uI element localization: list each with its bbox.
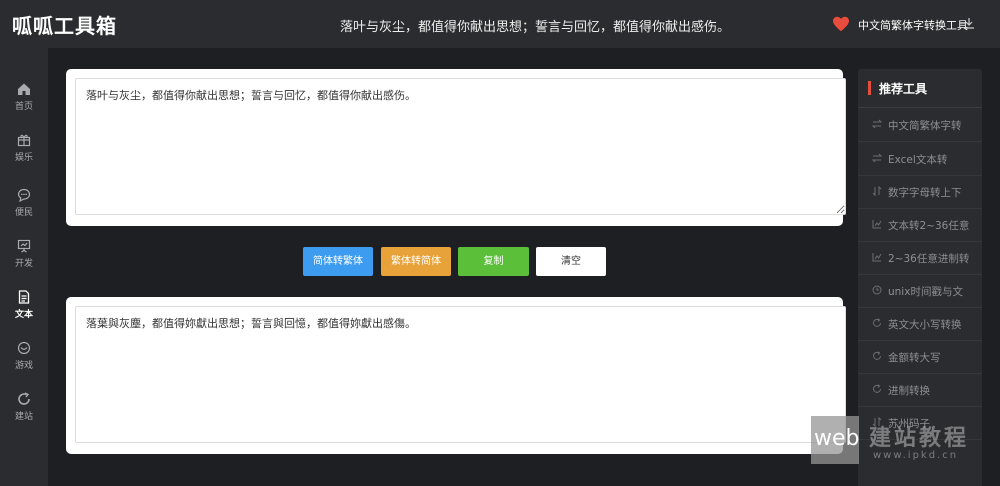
sidebar-item-label: 娱乐 [14,153,33,163]
recommend-item[interactable]: unix时间戳与文 [858,274,982,308]
accent-bar [868,81,871,95]
clear-button[interactable]: 清空 [536,247,606,276]
recommend-title: 推荐工具 [879,82,928,96]
document-icon [18,290,30,304]
recommend-item[interactable]: 数字字母转上下 [858,175,982,209]
app-logo[interactable]: 呱呱工具箱 [12,10,117,39]
refresh-icon [18,392,30,405]
refresh-icon [873,351,881,360]
home-icon [18,83,30,95]
input-textarea[interactable]: 落叶与灰尘，都值得你献出思想；誓言与回忆，都值得你献出感伤。 [75,78,846,215]
simplified-to-traditional-button[interactable]: 简体转繁体 [303,247,373,276]
sidebar-item-convenience[interactable]: 便民 [0,188,48,232]
recommend-item-label: 进制转换 [888,385,930,397]
recommend-item-label: 文本转2~36任意 [888,220,970,232]
copy-button[interactable]: 复制 [458,247,529,276]
sidebar-item-development[interactable]: 开发 [0,239,48,283]
gift-icon [17,134,31,147]
recommend-item[interactable]: 2~36任意进制转 [858,241,982,275]
recommend-item-label: 数字字母转上下 [888,187,962,199]
sidebar-item-label: 文本 [14,310,33,320]
recommend-item-label: 2~36任意进制转 [888,253,970,265]
watermark-badge: web [811,416,860,464]
clock-icon [872,285,882,295]
swap-icon [872,119,882,129]
current-tool-title: 中文简繁体字转换工具 [858,19,968,32]
top-bar: 呱呱工具箱 落叶与灰尘，都值得你献出思想；誓言与回忆，都值得你献出感伤。 中文简… [0,0,1000,48]
output-panel: 落葉與灰塵，都值得妳獻出思想；誓言與回憶，都值得妳獻出感傷。 [66,297,846,454]
recommend-item-label: 金额转大写 [888,352,941,364]
presentation-icon [17,239,31,253]
recommend-item-label: 中文简繁体字转 [888,120,962,132]
sidebar-item-label: 游戏 [14,361,33,371]
recommend-item[interactable]: 文本转2~36任意 [858,208,982,242]
recommend-header: 推荐工具 [858,69,982,108]
sidebar: 首页 娱乐 便民 开发 文本 游戏 建站 [0,48,48,486]
recommend-item[interactable]: Excel文本转 [858,142,982,176]
sidebar-item-home[interactable]: 首页 [0,82,48,126]
chart-icon [872,253,882,262]
sidebar-item-label: 建站 [14,412,33,422]
recommend-item-label: 英文大小写转换 [888,319,962,331]
watermark-url: www.ipkd.cn [873,450,959,461]
recommend-item-label: unix时间戳与文 [888,286,963,298]
recommend-item[interactable]: 金额转大写 [858,340,982,374]
sort-icon [872,186,882,196]
recommend-item[interactable]: 进制转换 [858,373,982,407]
chart-icon [872,220,882,229]
sidebar-item-sitebuilding[interactable]: 建站 [0,392,48,436]
sidebar-item-label: 首页 [14,102,33,112]
sidebar-item-games[interactable]: 游戏 [0,341,48,385]
game-icon [17,341,31,355]
traditional-to-simplified-button[interactable]: 繁体转简体 [381,247,451,276]
output-textarea[interactable]: 落葉與灰塵，都值得妳獻出思想；誓言與回憶，都值得妳獻出感傷。 [75,306,846,443]
sidebar-item-label: 开发 [14,259,33,269]
swap-icon [872,153,882,163]
watermark-name: 建站教程 [869,426,970,451]
chat-icon [17,188,31,202]
refresh-icon [873,318,881,327]
heart-icon[interactable] [832,16,850,32]
refresh-icon [873,384,881,393]
download-icon[interactable] [963,17,975,29]
sidebar-item-label: 便民 [14,208,33,218]
sidebar-item-text[interactable]: 文本 [0,290,48,334]
recommend-item[interactable]: 英文大小写转换 [858,307,982,341]
watermark: web 建站教程 www.ipkd.cn [811,416,981,466]
recommend-item-label: Excel文本转 [888,154,948,166]
input-panel: 落叶与灰尘，都值得你献出思想；誓言与回忆，都值得你献出感伤。 [66,69,846,226]
recommend-item[interactable]: 中文简繁体字转 [858,108,982,142]
slogan-text: 落叶与灰尘，都值得你献出思想；誓言与回忆，都值得你献出感伤。 [340,20,731,35]
sidebar-item-entertainment[interactable]: 娱乐 [0,133,48,177]
